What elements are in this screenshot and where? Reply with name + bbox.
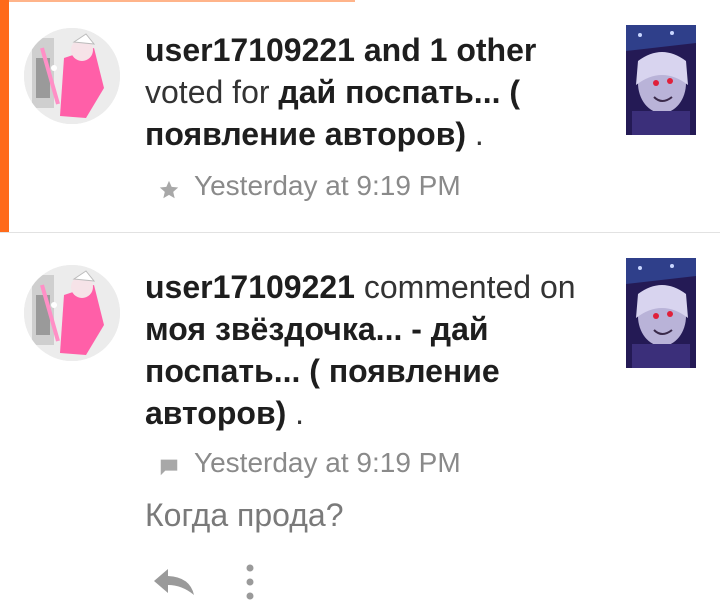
notification-meta: Yesterday at 9:19 PM bbox=[158, 446, 461, 480]
notification-item[interactable]: user17109221 and 1 other voted for дай п… bbox=[0, 0, 720, 232]
reply-icon[interactable] bbox=[150, 563, 198, 599]
notification-text: user17109221 commented on моя звёздочка.… bbox=[145, 266, 605, 434]
actor-name[interactable]: user17109221 and 1 other bbox=[145, 32, 536, 68]
comment-icon bbox=[158, 452, 180, 476]
action-text: commented on bbox=[354, 269, 576, 305]
post-thumbnail[interactable] bbox=[626, 258, 696, 368]
notification-text: user17109221 and 1 other voted for дай п… bbox=[145, 29, 605, 155]
avatar[interactable] bbox=[24, 265, 120, 361]
notification-meta: Yesterday at 9:19 PM bbox=[158, 169, 461, 203]
notification-feed: user17109221 and 1 other voted for дай п… bbox=[0, 0, 720, 614]
target-title[interactable]: моя звёздочка... - дай поспать... ( появ… bbox=[145, 311, 500, 431]
post-thumbnail[interactable] bbox=[626, 25, 696, 135]
star-icon bbox=[158, 175, 180, 199]
actor-name[interactable]: user17109221 bbox=[145, 269, 355, 305]
top-accent-line bbox=[0, 0, 355, 2]
timestamp: Yesterday at 9:19 PM bbox=[194, 447, 461, 478]
action-text: voted for bbox=[145, 74, 279, 110]
more-vertical-icon[interactable] bbox=[236, 562, 264, 602]
timestamp: Yesterday at 9:19 PM bbox=[194, 170, 461, 201]
unread-indicator bbox=[0, 0, 9, 232]
suffix-text: . bbox=[466, 116, 484, 152]
notification-item[interactable]: user17109221 commented on моя звёздочка.… bbox=[0, 233, 720, 614]
comment-text[interactable]: Когда прода? bbox=[145, 495, 344, 535]
avatar[interactable] bbox=[24, 28, 120, 124]
suffix-text: . bbox=[286, 395, 305, 431]
